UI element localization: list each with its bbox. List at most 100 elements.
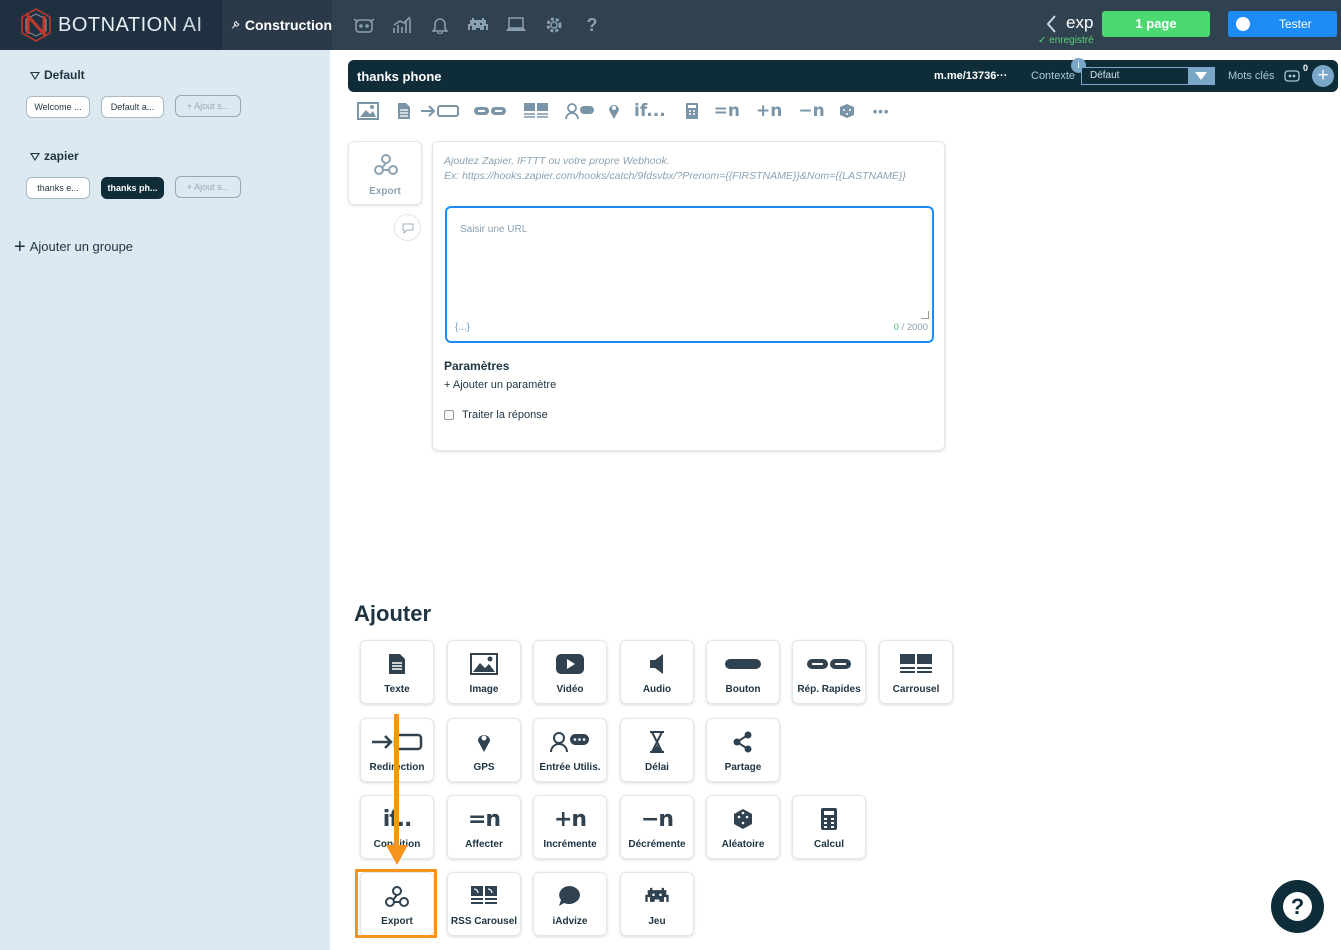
add-rss-carousel-tile[interactable]: RSS Carousel: [447, 872, 521, 936]
video-icon: [556, 654, 584, 674]
calculator-icon: [821, 808, 837, 830]
assign-glyph: =n: [467, 806, 501, 832]
assign-tool[interactable]: =n: [714, 100, 740, 122]
robot-icon[interactable]: [345, 12, 383, 38]
decrement-glyph: −n: [640, 806, 674, 832]
chat-bubble-icon: [559, 886, 580, 906]
group-default-title[interactable]: Default: [30, 68, 85, 82]
webhook-hint: Ajoutez Zapier, IFTTT ou votre propre We…: [444, 155, 906, 182]
add-block-zapier[interactable]: + Ajout s...: [175, 176, 241, 198]
add-random-tile[interactable]: Aléatoire: [706, 795, 780, 859]
carousel-tool-icon[interactable]: [522, 100, 550, 122]
invader-icon[interactable]: [459, 12, 497, 38]
treat-response-option[interactable]: Traiter la réponse: [444, 409, 548, 421]
dice-icon: [734, 809, 752, 829]
random-tool-icon[interactable]: [839, 100, 855, 122]
add-quick-replies-tile[interactable]: Rép. Rapides: [792, 640, 866, 704]
top-bar: BOTNATION AI Construction ? exp ✓ enregi…: [0, 0, 1341, 50]
redirect-tool-icon[interactable]: [418, 100, 462, 122]
add-share-tile[interactable]: Partage: [706, 718, 780, 782]
laptop-icon[interactable]: [497, 12, 535, 38]
add-carousel-tile[interactable]: Carrousel: [879, 640, 953, 704]
add-increment-tile[interactable]: +n Incrémente: [533, 795, 607, 859]
messenger-icon: [1236, 17, 1250, 31]
more-tools-icon[interactable]: •••: [873, 100, 890, 122]
construction-label: Construction: [244, 17, 332, 33]
keywords-robot-icon: [1284, 70, 1300, 82]
add-video-tile[interactable]: Vidéo: [533, 640, 607, 704]
gps-tool-icon[interactable]: [606, 100, 622, 122]
add-button-tile[interactable]: Bouton: [706, 640, 780, 704]
add-keyword-button[interactable]: +: [1312, 65, 1334, 87]
add-delay-tile[interactable]: Délai: [620, 718, 694, 782]
keywords-label[interactable]: Mots clés: [1228, 70, 1274, 82]
add-iadvize-tile[interactable]: iAdvize: [533, 872, 607, 936]
image-icon: [470, 653, 498, 675]
context-select[interactable]: Défaut: [1081, 67, 1215, 85]
test-label: Tester: [1279, 17, 1312, 31]
logo[interactable]: BOTNATION AI: [0, 0, 222, 50]
gear-icon[interactable]: [535, 12, 573, 38]
condition-tool[interactable]: if...: [634, 100, 666, 122]
help-chat-button[interactable]: ?: [1271, 880, 1324, 933]
add-decrement-tile[interactable]: −n Décrémente: [620, 795, 694, 859]
add-param-link[interactable]: + Ajouter un paramètre: [444, 379, 556, 391]
user-input-tool-icon[interactable]: [564, 100, 596, 122]
hourglass-icon: [650, 731, 664, 753]
test-button[interactable]: Tester: [1228, 11, 1337, 37]
treat-response-label: Traiter la réponse: [462, 409, 548, 421]
audio-icon: [650, 654, 663, 674]
increment-glyph: +n: [553, 806, 587, 832]
user-input-icon: [550, 732, 589, 753]
text-tool-icon[interactable]: [392, 100, 416, 122]
add-block-default[interactable]: + Ajout s...: [175, 95, 241, 117]
comment-button[interactable]: [394, 214, 421, 241]
comment-icon: [402, 223, 414, 234]
add-gps-tile[interactable]: GPS: [447, 718, 521, 782]
add-audio-tile[interactable]: Audio: [620, 640, 694, 704]
quick-replies-tool-icon[interactable]: [472, 100, 508, 122]
export-block-handle[interactable]: Export: [348, 141, 422, 205]
url-input[interactable]: Saisir une URL {...} 0 / 2000: [445, 206, 934, 343]
group-zapier-title[interactable]: zapier: [30, 149, 79, 163]
variables-button[interactable]: {...}: [455, 322, 470, 333]
block-header: thanks phone m.me/13736··· Contexte i Dé…: [348, 58, 1338, 92]
block-thanks-email[interactable]: thanks e...: [26, 177, 90, 199]
add-section-title: Ajouter: [354, 601, 431, 626]
messenger-link[interactable]: m.me/13736···: [934, 70, 1007, 82]
add-game-tile[interactable]: Jeu: [620, 872, 694, 936]
sidebar: Default Welcome ... Default a... + Ajout…: [0, 50, 330, 950]
botnation-logo-icon: [19, 8, 53, 42]
calculator-tool-icon[interactable]: [684, 100, 700, 122]
invader-icon: [645, 887, 669, 902]
construction-tab[interactable]: Construction: [222, 0, 332, 50]
text-icon: [389, 654, 405, 674]
bell-icon[interactable]: [421, 12, 459, 38]
resize-handle[interactable]: [921, 311, 929, 319]
add-calculation-tile[interactable]: Calcul: [792, 795, 866, 859]
dropdown-arrow-icon: [1188, 68, 1214, 84]
add-image-tile[interactable]: Image: [447, 640, 521, 704]
block-thanks-phone[interactable]: thanks ph...: [101, 177, 164, 199]
add-assign-tile[interactable]: =n Affecter: [447, 795, 521, 859]
add-user-input-tile[interactable]: Entrée Utilis.: [533, 718, 607, 782]
annotation-arrow-shaft: [394, 714, 399, 854]
char-counter: 0 / 2000: [893, 322, 928, 333]
brand-suffix: AI: [182, 13, 203, 36]
treat-response-checkbox[interactable]: [444, 410, 454, 420]
chart-icon[interactable]: [383, 12, 421, 38]
add-text-tile[interactable]: Texte: [360, 640, 434, 704]
back-arrow-icon[interactable]: [1045, 14, 1057, 34]
gps-icon: [478, 735, 490, 752]
block-title[interactable]: thanks phone: [357, 69, 442, 84]
decrement-tool[interactable]: −n: [798, 100, 824, 122]
block-welcome[interactable]: Welcome ...: [26, 96, 90, 118]
help-icon[interactable]: ?: [573, 12, 611, 38]
add-group-button[interactable]: + Ajouter un groupe: [14, 236, 133, 259]
block-default-answer[interactable]: Default a...: [101, 96, 164, 118]
context-label: Contexte: [1031, 70, 1076, 82]
pages-button[interactable]: 1 page: [1102, 11, 1210, 37]
brand-name: BOTNATION: [58, 13, 178, 36]
increment-tool[interactable]: +n: [756, 100, 782, 122]
image-tool-icon[interactable]: [356, 100, 380, 122]
